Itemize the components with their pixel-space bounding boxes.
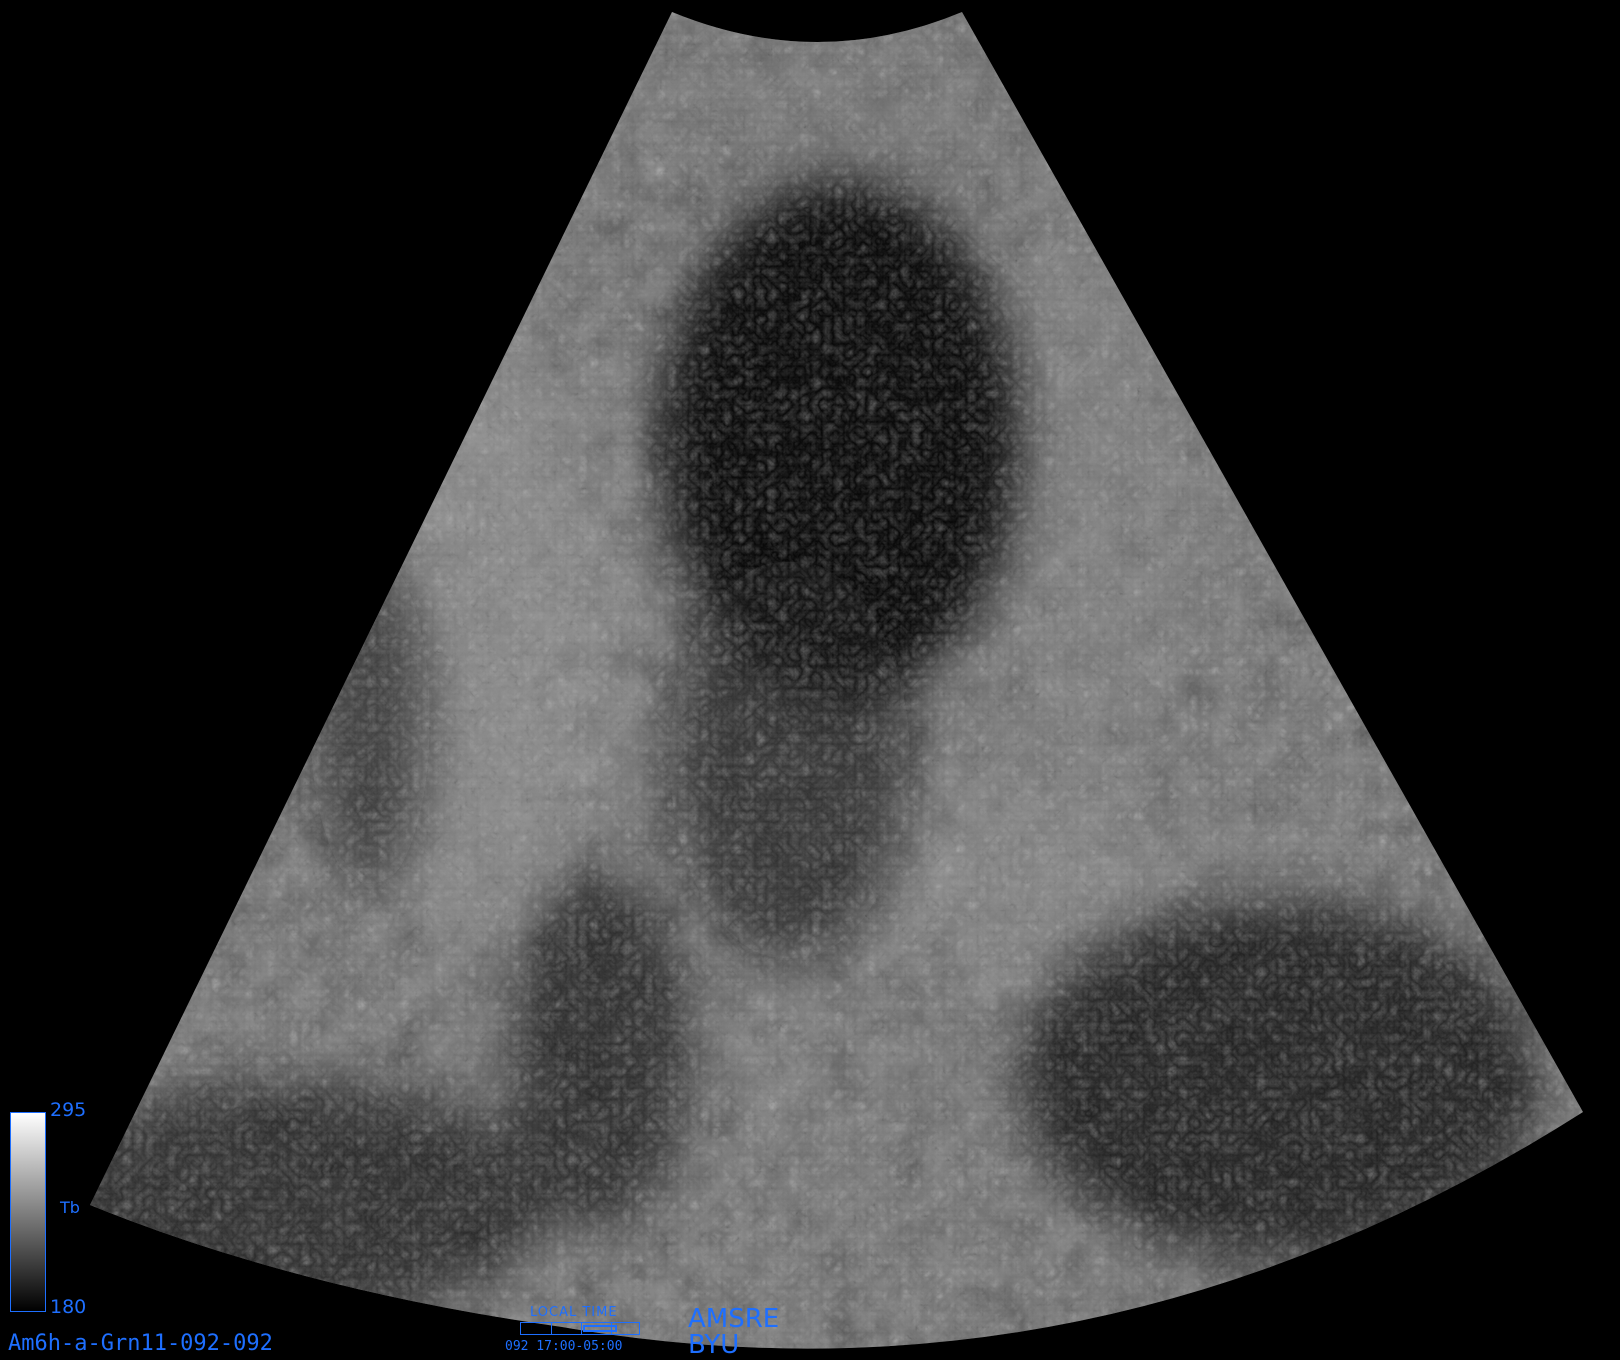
local-time-range-fill (583, 1325, 617, 1332)
sensor-label: AMSRE (688, 1304, 780, 1334)
colorbar (10, 1112, 46, 1312)
product-id: Am6h-a-Grn11-092-092 (8, 1331, 273, 1356)
brightness-temperature-map (90, 12, 1583, 1349)
colorbar-min-label: 180 (50, 1296, 87, 1318)
local-time-bar (520, 1322, 640, 1335)
colorbar-variable-label: Tb (60, 1198, 80, 1217)
local-time-title: LOCAL TIME (530, 1305, 618, 1320)
local-time-text: 092 17:00-05:00 (505, 1339, 623, 1354)
organization-label: BYU (688, 1330, 740, 1360)
fine-texture (90, 12, 1583, 1349)
colorbar-max-label: 295 (50, 1099, 87, 1121)
